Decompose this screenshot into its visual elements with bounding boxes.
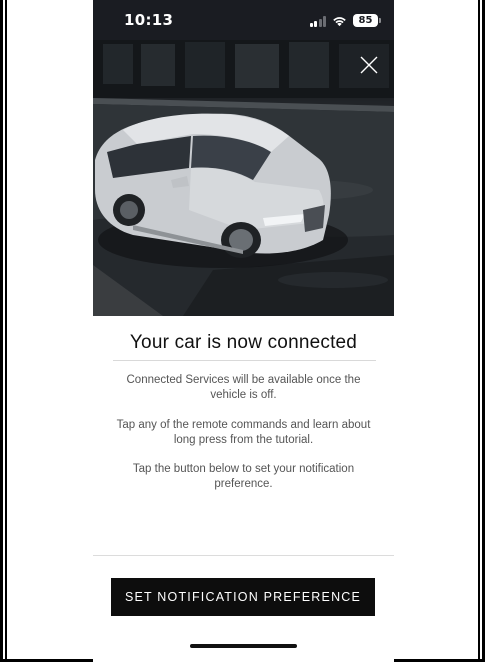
battery-indicator: 85 [353, 14, 381, 27]
frame-border-left-inner [5, 0, 7, 662]
car-hero-image [93, 40, 394, 316]
phone-screen: 10:13 85 Your car is now connected Conne… [93, 0, 394, 662]
page-title: Your car is now connected [129, 332, 358, 353]
status-bar: 10:13 85 [93, 0, 394, 40]
set-notification-preference-button[interactable]: SET NOTIFICATION PREFERENCE [111, 578, 375, 616]
title-divider [113, 360, 376, 361]
status-icons: 85 [309, 14, 381, 27]
info-paragraph-2: Tap any of the remote commands and learn… [116, 419, 371, 446]
car-photo [93, 40, 394, 316]
frame-border-left [0, 0, 3, 662]
info-paragraph-1: Connected Services will be available onc… [126, 374, 361, 401]
info-paragraph-3: Tap the button below to set your notific… [132, 463, 355, 490]
signal-icon [309, 16, 326, 27]
frame-border-right-inner [478, 0, 480, 662]
home-indicator[interactable] [190, 644, 297, 648]
close-icon[interactable] [358, 54, 380, 76]
wifi-icon [333, 17, 346, 27]
footer-divider [93, 555, 394, 556]
status-time: 10:13 [124, 11, 174, 29]
